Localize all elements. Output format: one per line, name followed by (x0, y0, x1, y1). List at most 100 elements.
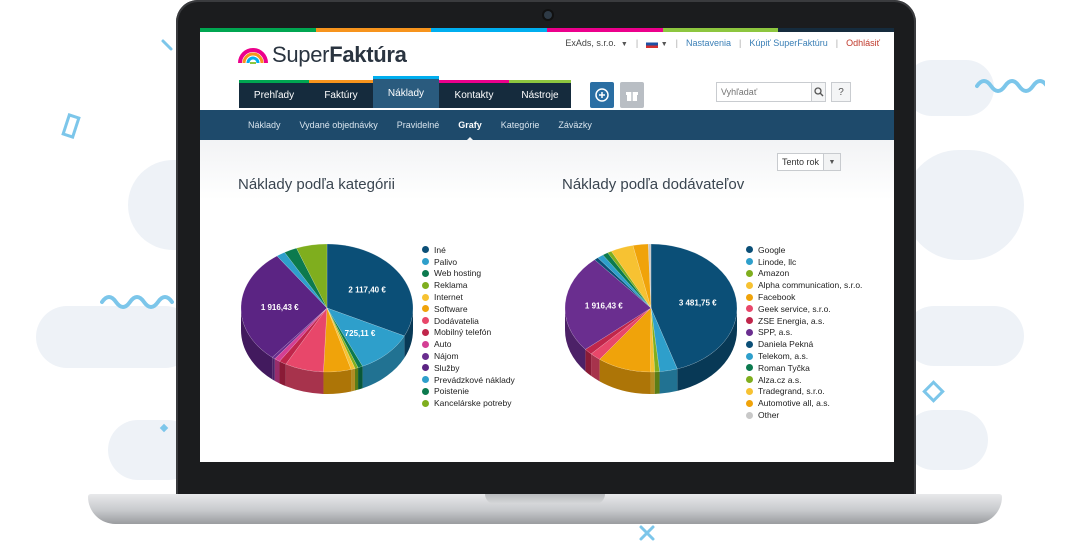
diamond-decoration (159, 423, 169, 433)
company-selector[interactable]: ExAds, s.r.o. ▼ (565, 38, 627, 48)
legend-dot (746, 246, 753, 254)
legend-dot (422, 376, 429, 384)
legend-dot (746, 364, 753, 372)
legend-item[interactable]: Facebook (746, 291, 862, 303)
legend-item[interactable]: Mobilný telefón (422, 327, 515, 339)
legend-item[interactable]: Software (422, 303, 515, 315)
legend-label: Facebook (758, 292, 796, 303)
separator: | (739, 38, 742, 48)
add-button[interactable] (590, 82, 614, 108)
legend-item[interactable]: Dodávatelia (422, 315, 515, 327)
legend-dot (422, 364, 429, 372)
legend-item[interactable]: Amazon (746, 268, 862, 280)
legend-label: Alpha communication, s.r.o. (758, 280, 863, 291)
legend-dot (422, 317, 429, 325)
language-selector[interactable]: ▼ (646, 38, 668, 48)
subnav-item[interactable]: Grafy (458, 120, 482, 142)
legend-dot (422, 328, 429, 336)
pie-slice-side (659, 368, 678, 394)
tab-1[interactable]: Prehľady (239, 80, 309, 108)
chevron-down-icon: ▼ (823, 154, 840, 170)
legend-dot (422, 399, 429, 407)
legend-dot (746, 281, 753, 289)
legend-item[interactable]: Auto (422, 338, 515, 350)
app-screen: SuperFaktúra ExAds, s.r.o. ▼ | ▼ | Nasta… (200, 28, 894, 462)
legend-item[interactable]: Palivo (422, 256, 515, 268)
legend-dot (746, 269, 753, 277)
subnav-item[interactable]: Záväzky (558, 120, 592, 130)
legend-label: Linode, llc (758, 256, 797, 267)
legend-label: Auto (434, 339, 452, 350)
tab-5[interactable]: Nástroje (509, 80, 571, 108)
x-decoration (161, 39, 173, 51)
legend-item[interactable]: Reklama (422, 279, 515, 291)
separator: | (835, 38, 839, 48)
logo-icon (238, 48, 268, 64)
rect-decoration (922, 380, 945, 403)
legend-label: Dodávatelia (434, 315, 479, 326)
legend-label: Amazon (758, 268, 790, 279)
tab-4[interactable]: Kontakty (439, 80, 509, 108)
legend-item[interactable]: Roman Tyčka (746, 362, 862, 374)
legend-item[interactable]: Daniela Pekná (746, 338, 862, 350)
logo-text: SuperFaktúra (272, 42, 407, 67)
legend-item[interactable]: Kancelárske potreby (422, 397, 515, 409)
main-tabs: Prehľady Faktúry Náklady Kontakty Nástroje (239, 76, 571, 108)
legend-item[interactable]: Alpha communication, s.r.o. (746, 279, 862, 291)
separator: | (675, 38, 678, 48)
legend-item[interactable]: Internet (422, 291, 515, 303)
legend-dot (422, 281, 429, 289)
subnav-item[interactable]: Pravidelné (397, 120, 440, 130)
subnav-item[interactable]: Náklady (248, 120, 281, 130)
legend-item[interactable]: Poistenie (422, 386, 515, 398)
app-logo[interactable]: SuperFaktúra (238, 42, 407, 68)
sub-navigation: Náklady Vydané objednávky Pravidelné Grafy K… (200, 110, 894, 142)
legend-dot (746, 258, 753, 266)
legend-item[interactable]: Služby (422, 362, 515, 374)
buy-link[interactable]: Kúpiť SuperFaktúru (749, 38, 827, 48)
settings-link[interactable]: Nastavenia (686, 38, 731, 48)
legend-item[interactable]: Automotive all, a.s. (746, 397, 862, 409)
bg-shape (904, 410, 988, 470)
caret-down-icon: ▼ (620, 41, 628, 48)
legend-label: Služby (434, 362, 460, 373)
legend-item[interactable]: Web hosting (422, 268, 515, 280)
pie-data-label: 1 916,43 € (585, 301, 623, 310)
tab-2[interactable]: Faktúry (309, 80, 373, 108)
camera-icon (544, 11, 552, 19)
legend-item[interactable]: Linode, llc (746, 256, 862, 268)
legend-label: Iné (434, 244, 446, 255)
legend-item[interactable]: Iné (422, 244, 515, 256)
legend-label: Daniela Pekná (758, 339, 814, 350)
legend-item[interactable]: ZSE Energia, a.s. (746, 315, 862, 327)
period-select[interactable]: Tento rok ▼ (777, 153, 841, 171)
bg-shape (904, 306, 1024, 366)
search-icon (813, 87, 823, 97)
help-button[interactable]: ? (831, 82, 851, 102)
legend-dot (422, 258, 429, 266)
legend-label: Kancelárske potreby (434, 398, 512, 409)
legend-dot (746, 328, 753, 336)
legend-item[interactable]: Alza.cz a.s. (746, 374, 862, 386)
legend-label: Telekom, a.s. (758, 351, 809, 362)
subnav-item[interactable]: Kategórie (501, 120, 540, 130)
pie-slice-side (272, 357, 275, 381)
tab-3[interactable]: Náklady (373, 76, 439, 108)
legend-item[interactable]: Other (746, 409, 862, 421)
legend-label: Geek service, s.r.o. (758, 303, 831, 314)
pie-chart-categories: 2 117,40 € 725,11 € 1 916,43 € (240, 243, 414, 394)
legend-item[interactable]: Google (746, 244, 862, 256)
logout-link[interactable]: Odhlásiť (846, 38, 880, 48)
legend-item[interactable]: Telekom, a.s. (746, 350, 862, 362)
search-input[interactable] (717, 83, 811, 101)
legend-dot (746, 411, 753, 419)
subnav-item[interactable]: Vydané objednávky (300, 120, 378, 130)
legend-item[interactable]: SPP, a.s. (746, 327, 862, 339)
legend-item[interactable]: Prevádzkové náklady (422, 374, 515, 386)
legend-item[interactable]: Nájom (422, 350, 515, 362)
pie-slice-side (358, 366, 363, 390)
search-button[interactable] (811, 83, 825, 101)
legend-item[interactable]: Geek service, s.r.o. (746, 303, 862, 315)
gift-button[interactable] (620, 82, 644, 108)
legend-item[interactable]: Tradegrand, s.r.o. (746, 386, 862, 398)
